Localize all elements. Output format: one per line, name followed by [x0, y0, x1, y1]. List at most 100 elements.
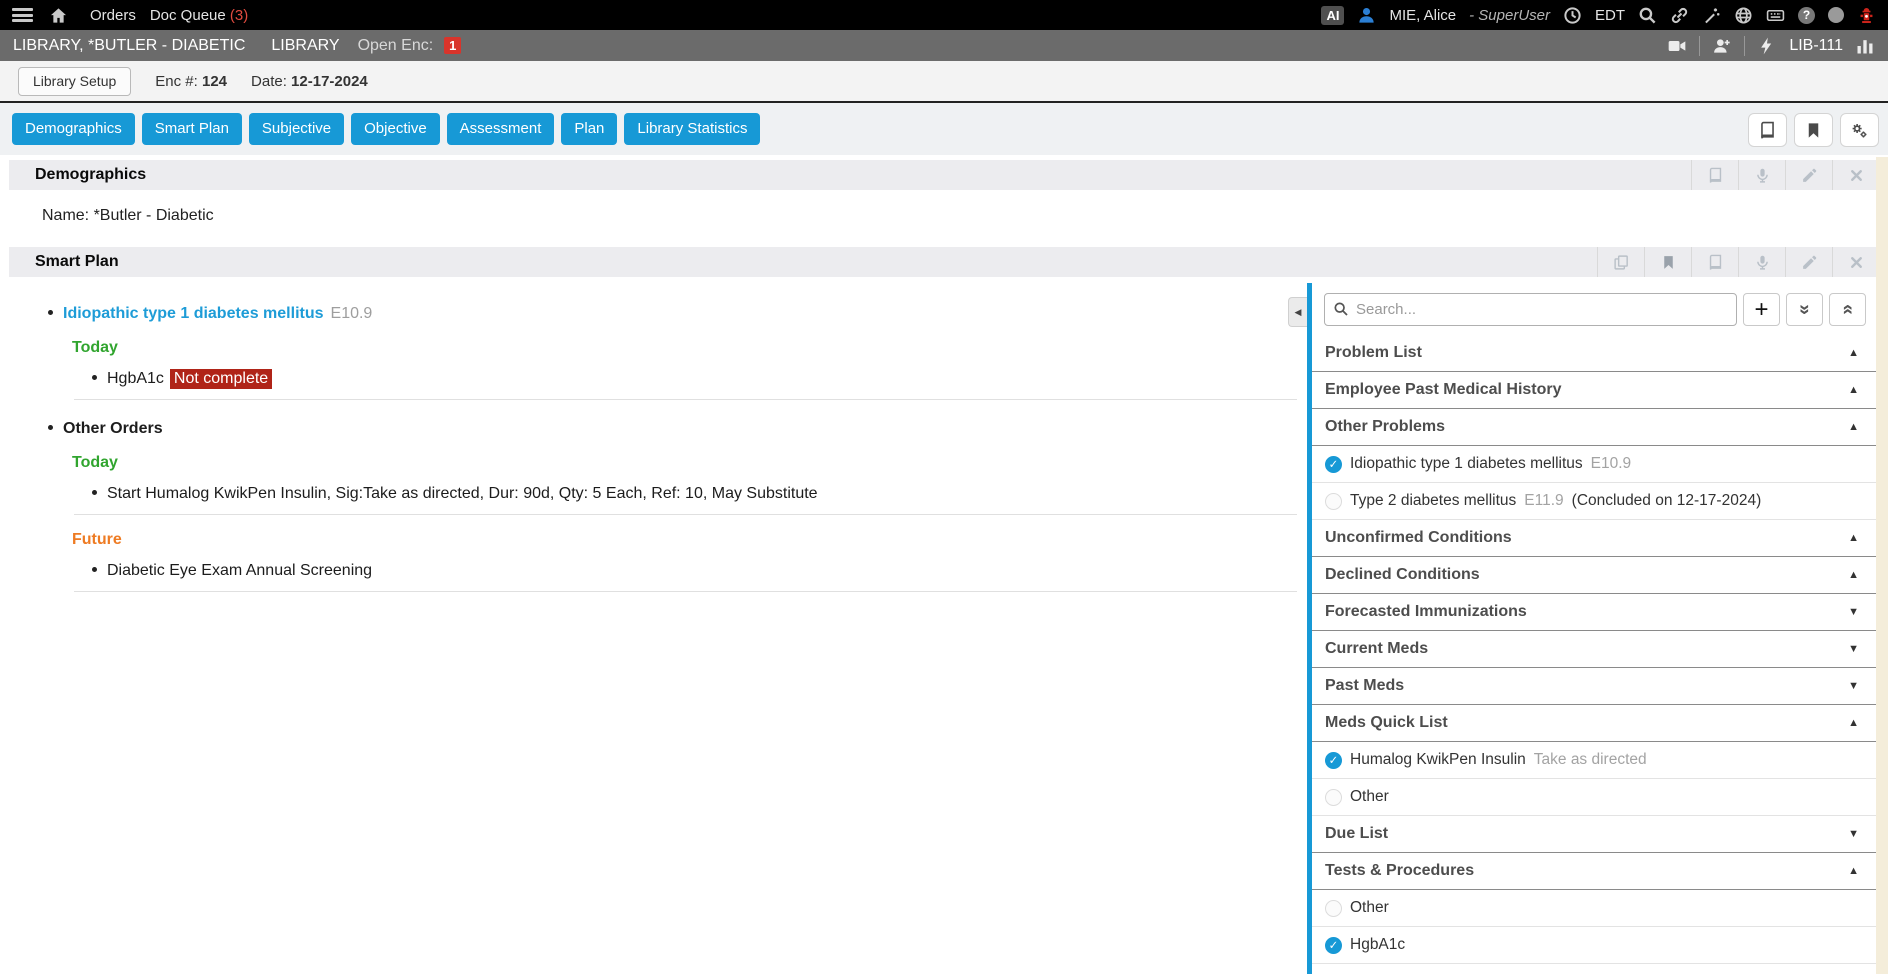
- bar-chart-icon[interactable]: [1855, 36, 1875, 56]
- book-icon[interactable]: [1691, 160, 1738, 190]
- tab-plan[interactable]: Plan: [561, 113, 617, 145]
- checkbox-icon[interactable]: [1325, 493, 1342, 510]
- panel-section-header[interactable]: Employee Past Medical History ▲: [1312, 372, 1876, 409]
- panel-section-header[interactable]: Current Meds ▼: [1312, 631, 1876, 668]
- collapse-panel-button[interactable]: ◀: [1288, 297, 1307, 327]
- problem-code: E10.9: [331, 305, 373, 322]
- collapse-all-button[interactable]: »: [1786, 293, 1823, 326]
- expand-all-button[interactable]: »: [1829, 293, 1866, 326]
- nav-doc-queue[interactable]: Doc Queue (3): [150, 7, 248, 24]
- panel-item-label: HgbA1c: [1350, 936, 1405, 954]
- bookmark-icon[interactable]: [1644, 247, 1691, 277]
- tab-objective[interactable]: Objective: [351, 113, 440, 145]
- tab-smart-plan[interactable]: Smart Plan: [142, 113, 242, 145]
- demographics-header: Demographics: [9, 160, 1879, 190]
- smart-plan-title: Smart Plan: [9, 253, 119, 271]
- microphone-icon[interactable]: [1738, 247, 1785, 277]
- close-icon[interactable]: [1832, 247, 1879, 277]
- globe-icon[interactable]: [1734, 6, 1753, 25]
- hydrant-icon[interactable]: [1857, 6, 1876, 25]
- book-icon[interactable]: [1691, 247, 1738, 277]
- panel-section-header[interactable]: Past Meds ▼: [1312, 668, 1876, 705]
- panel-section-title: Meds Quick List: [1325, 714, 1848, 732]
- checkbox-icon[interactable]: [1325, 789, 1342, 806]
- panel-section-header[interactable]: Meds Quick List ▲: [1312, 705, 1876, 742]
- home-icon[interactable]: [49, 6, 68, 25]
- panel-section-header[interactable]: Tests & Procedures ▲: [1312, 853, 1876, 890]
- link-icon[interactable]: [1670, 6, 1689, 25]
- tab-row: DemographicsSmart PlanSubjectiveObjectiv…: [0, 103, 1888, 155]
- main-area: Demographics Name: *Butler - Diabetic Sm…: [0, 155, 1888, 974]
- panel-item[interactable]: Other: [1312, 779, 1876, 816]
- panel-item-note: Take as directed: [1534, 751, 1647, 769]
- order-text: Diabetic Eye Exam Annual Screening: [107, 562, 372, 579]
- checkbox-icon[interactable]: [1325, 900, 1342, 917]
- copy-icon[interactable]: [1597, 247, 1644, 277]
- panel-item-code: E11.9: [1524, 492, 1563, 510]
- tab-demographics[interactable]: Demographics: [12, 113, 135, 145]
- checkbox-icon[interactable]: ✓: [1325, 752, 1342, 769]
- close-icon[interactable]: [1832, 160, 1879, 190]
- panel-item[interactable]: ✓ HgbA1c: [1312, 927, 1876, 964]
- menu-icon[interactable]: [12, 8, 33, 22]
- order-line-eye-exam: Diabetic Eye Exam Annual Screening: [92, 562, 1297, 580]
- panel-item[interactable]: Type 2 diabetes mellitus E11.9 (Conclude…: [1312, 483, 1876, 520]
- add-person-icon[interactable]: [1712, 36, 1732, 56]
- tab-library-statistics[interactable]: Library Statistics: [624, 113, 760, 145]
- add-order-button[interactable]: +: [1743, 293, 1780, 326]
- scrollbar-track[interactable]: [1876, 157, 1888, 974]
- wand-icon[interactable]: [1702, 6, 1721, 25]
- doc-queue-count: (3): [230, 7, 248, 24]
- open-enc-count-badge[interactable]: 1: [444, 37, 461, 54]
- panel-item[interactable]: Other: [1312, 890, 1876, 927]
- panel-section-header[interactable]: Forecasted Immunizations ▼: [1312, 594, 1876, 631]
- bookmark-button[interactable]: [1794, 113, 1833, 147]
- panel-item-label: Humalog KwikPen Insulin: [1350, 751, 1526, 769]
- date-value: 12-17-2024: [291, 73, 368, 90]
- nav-orders[interactable]: Orders: [90, 7, 136, 24]
- checkbox-icon[interactable]: ✓: [1325, 937, 1342, 954]
- panel-item[interactable]: ✓ Humalog KwikPen Insulin Take as direct…: [1312, 742, 1876, 779]
- tab-assessment[interactable]: Assessment: [447, 113, 555, 145]
- panel-section-title: Unconfirmed Conditions: [1325, 529, 1848, 547]
- timezone-label: EDT: [1595, 7, 1625, 24]
- tab-subjective[interactable]: Subjective: [249, 113, 344, 145]
- panel-section-header[interactable]: Declined Conditions ▲: [1312, 557, 1876, 594]
- search-icon[interactable]: [1638, 6, 1657, 25]
- panel-section-header[interactable]: Due List ▼: [1312, 816, 1876, 853]
- book-button[interactable]: [1748, 113, 1787, 147]
- chart-name[interactable]: LIBRARY: [271, 37, 339, 55]
- panel-search-input[interactable]: [1324, 293, 1737, 326]
- panel-section-header[interactable]: Other Problems ▲: [1312, 409, 1876, 446]
- keyboard-icon[interactable]: [1766, 6, 1785, 25]
- panel-item[interactable]: ✓ Idiopathic type 1 diabetes mellitus E1…: [1312, 446, 1876, 483]
- user-icon[interactable]: [1357, 6, 1376, 25]
- problem-link[interactable]: Idiopathic type 1 diabetes mellitus: [63, 305, 324, 322]
- panel-section-title: Employee Past Medical History: [1325, 381, 1848, 399]
- help-icon[interactable]: ?: [1798, 7, 1815, 24]
- order-side-panel: ◀ + » » Problem List ▲ Employee Past: [1307, 283, 1876, 974]
- patient-name[interactable]: LIBRARY, *BUTLER - DIABETIC: [13, 37, 245, 55]
- library-setup-button[interactable]: Library Setup: [18, 67, 131, 96]
- clock-icon[interactable]: [1563, 6, 1582, 25]
- pencil-icon[interactable]: [1785, 247, 1832, 277]
- ai-badge[interactable]: AI: [1321, 6, 1344, 25]
- caret-icon: ▼: [1848, 680, 1859, 692]
- panel-section-title: Forecasted Immunizations: [1325, 603, 1848, 621]
- enc-number: 124: [202, 73, 227, 90]
- panel-section-header[interactable]: Problem List ▲: [1312, 335, 1876, 372]
- panel-section-header[interactable]: Unconfirmed Conditions ▲: [1312, 520, 1876, 557]
- order-line-insulin: Start Humalog KwikPen Insulin, Sig:Take …: [92, 485, 1297, 503]
- lightning-icon[interactable]: [1757, 36, 1777, 56]
- status-dot-icon[interactable]: [1828, 7, 1844, 23]
- pencil-icon[interactable]: [1785, 160, 1832, 190]
- video-camera-icon[interactable]: [1667, 36, 1687, 56]
- panel-section-header[interactable]: Visit Orders ▲: [1312, 964, 1876, 974]
- microphone-icon[interactable]: [1738, 160, 1785, 190]
- panel-section-title: Current Meds: [1325, 640, 1848, 658]
- settings-button[interactable]: [1840, 113, 1879, 147]
- checkbox-icon[interactable]: ✓: [1325, 456, 1342, 473]
- enc-label: Enc #:: [155, 73, 198, 90]
- name-label: Name:: [42, 207, 89, 224]
- gears-icon: [1850, 121, 1869, 140]
